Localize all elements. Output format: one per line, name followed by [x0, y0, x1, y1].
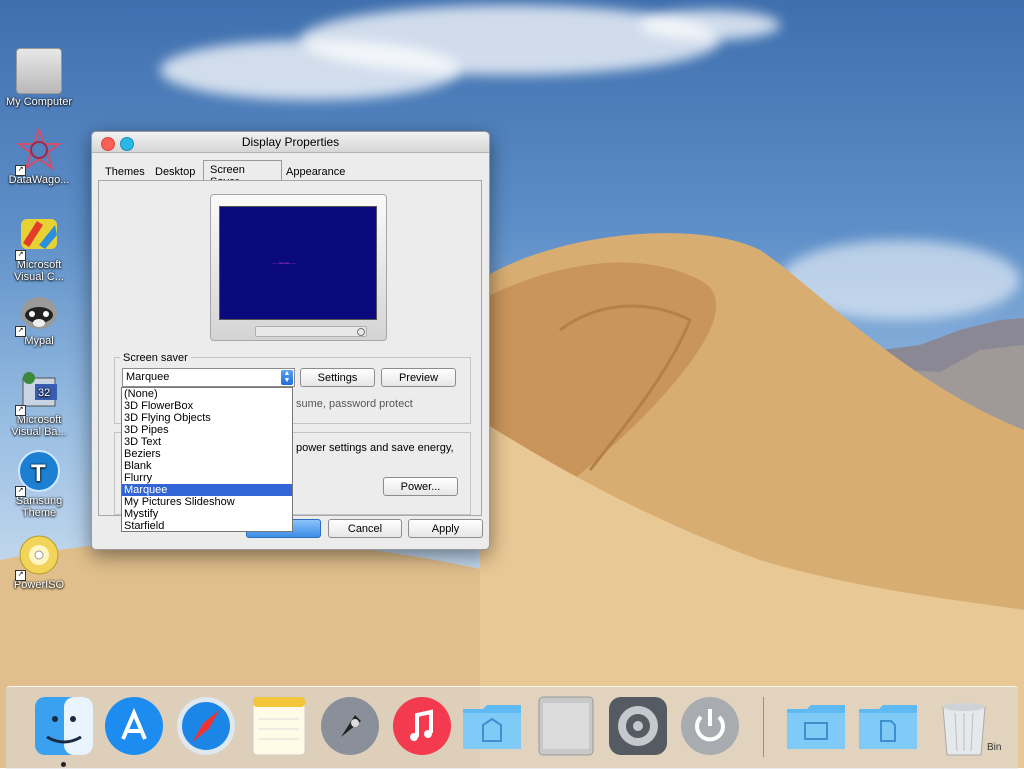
desktop-icon-my-computer[interactable]: My Computer: [1, 48, 77, 108]
svg-text:32: 32: [38, 387, 50, 399]
visual-basic-icon: 32 ↗: [15, 368, 61, 416]
safari-icon[interactable]: [175, 695, 237, 757]
dock-separator: [763, 697, 764, 757]
desktop-icon-mypal[interactable]: ↗ Mypal: [1, 289, 77, 347]
shortcut-arrow-icon: ↗: [15, 405, 26, 416]
desktop-icon-label: DataWago...: [8, 174, 70, 186]
trash-icon[interactable]: [933, 695, 995, 757]
dropdown-option[interactable]: Mystify: [122, 508, 292, 520]
desktop-icon-label: Samsung Theme: [15, 495, 63, 519]
dropdown-option[interactable]: Flurry: [122, 472, 292, 484]
marquee-preview-text: ~~~ marquee ~~~: [272, 261, 297, 265]
screen-saver-select[interactable]: Marquee ▲ ▼: [122, 368, 295, 387]
power-description: power settings and save energy,: [296, 442, 454, 454]
shutdown-icon[interactable]: [679, 695, 741, 757]
documents-folder-icon[interactable]: [785, 695, 847, 757]
applications-folder-icon[interactable]: [461, 695, 523, 757]
shortcut-arrow-icon: ↗: [15, 570, 26, 581]
desktop-icon-label: My Computer: [5, 96, 73, 108]
launchpad-icon[interactable]: [319, 695, 381, 757]
system-preferences-icon[interactable]: [607, 695, 669, 757]
mac-pro-icon: [16, 48, 62, 94]
tab-screen-saver[interactable]: Screen Saver: [203, 160, 282, 188]
visual-c-icon: ↗: [15, 213, 61, 261]
samsung-theme-icon: T ↗: [15, 449, 61, 497]
apply-button[interactable]: Apply: [408, 519, 483, 538]
mac-pro-icon[interactable]: [535, 695, 597, 757]
dropdown-option[interactable]: Beziers: [122, 448, 292, 460]
desktop-icon-label: PowerISO: [13, 579, 65, 591]
window-title: Display Properties: [241, 135, 340, 149]
dropdown-option[interactable]: Starfield: [122, 520, 292, 532]
dropdown-option-selected[interactable]: Marquee: [122, 484, 292, 496]
dropdown-option[interactable]: 3D Flying Objects: [122, 412, 292, 424]
desktop-icon-label: Microsoft Visual Ba...: [11, 414, 67, 438]
trash-label: Bin: [987, 742, 1002, 753]
desktop-icon-ms-visual-c[interactable]: ↗ Microsoft Visual C...: [1, 213, 77, 283]
desktop-icon-label: Microsoft Visual C...: [14, 259, 64, 283]
power-button[interactable]: Power...: [383, 477, 458, 496]
dropdown-option[interactable]: My Pictures Slideshow: [122, 496, 292, 508]
disc-icon: ↗: [15, 533, 61, 581]
screen-saver-dropdown-list[interactable]: (None) 3D FlowerBox 3D Flying Objects 3D…: [121, 387, 293, 532]
dropdown-option[interactable]: (None): [122, 388, 292, 400]
settings-button[interactable]: Settings: [300, 368, 375, 387]
svg-text:T: T: [31, 460, 46, 487]
music-icon[interactable]: [391, 695, 453, 757]
desktop-icon-datawagon[interactable]: ↗ DataWago...: [1, 127, 77, 186]
dropdown-option[interactable]: Blank: [122, 460, 292, 472]
desktop-icon-ms-visual-basic[interactable]: 32 ↗ Microsoft Visual Ba...: [1, 368, 77, 438]
dock: Bin: [6, 686, 1018, 769]
shortcut-arrow-icon: ↗: [15, 165, 26, 176]
dropdown-option[interactable]: 3D Text: [122, 436, 292, 448]
downloads-folder-icon[interactable]: [857, 695, 919, 757]
screen-saver-selected-value: Marquee: [126, 371, 170, 383]
desktop-icon-poweriso[interactable]: ↗ PowerISO: [1, 533, 77, 591]
screensaver-preview-screen: ~~~ marquee ~~~: [219, 206, 377, 320]
shortcut-arrow-icon: ↗: [15, 250, 26, 261]
cancel-button[interactable]: Cancel: [328, 519, 402, 538]
monitor-power-icon: [357, 328, 365, 336]
finder-icon[interactable]: [33, 695, 95, 757]
preview-button[interactable]: Preview: [381, 368, 456, 387]
desktop-icon-samsung-theme[interactable]: T ↗ Samsung Theme: [1, 449, 77, 519]
select-arrows-icon: ▲ ▼: [281, 370, 293, 385]
running-indicator: [61, 762, 66, 767]
star-flower-icon: ↗: [15, 127, 62, 176]
notes-icon[interactable]: [247, 695, 309, 757]
screen-saver-group-label: Screen saver: [120, 352, 191, 364]
monitor-stand: [255, 326, 367, 337]
raccoon-icon: ↗: [15, 289, 61, 337]
desktop-icon-label: Mypal: [24, 335, 54, 347]
shortcut-arrow-icon: ↗: [15, 486, 26, 497]
dropdown-option[interactable]: 3D Pipes: [122, 424, 292, 436]
monitor-preview: ~~~ marquee ~~~: [210, 194, 387, 341]
shortcut-arrow-icon: ↗: [15, 326, 26, 337]
password-protect-text: sume, password protect: [296, 398, 413, 410]
app-store-icon[interactable]: [103, 695, 165, 757]
window-titlebar[interactable]: Display Properties: [92, 132, 489, 153]
dropdown-option[interactable]: 3D FlowerBox: [122, 400, 292, 412]
